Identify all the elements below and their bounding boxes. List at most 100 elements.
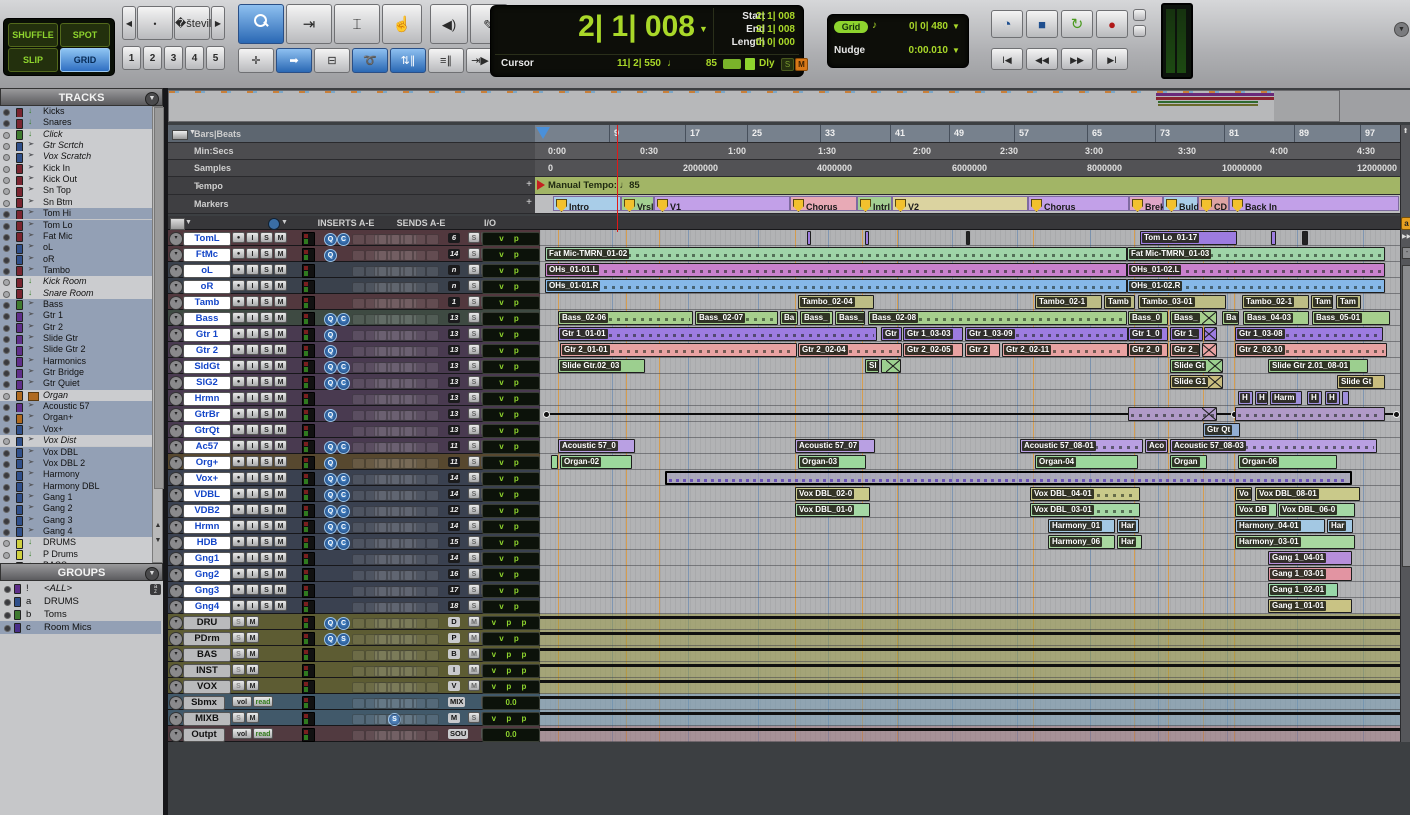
insert-slot[interactable] xyxy=(352,250,365,261)
send-slot[interactable] xyxy=(426,394,439,405)
zoom-preset-button-3[interactable]: 3 xyxy=(164,46,183,70)
mute-button[interactable]: M xyxy=(246,648,259,659)
clip[interactable]: Vo xyxy=(1235,487,1252,501)
sidebar-track-item[interactable]: ➢Gtr Scrtch xyxy=(0,140,152,151)
sidebar-track-item[interactable]: ↓DRUMS xyxy=(0,537,152,548)
record-enable-button[interactable]: ● xyxy=(232,408,245,419)
solo-button[interactable]: S xyxy=(260,440,273,451)
group-active-dot-icon[interactable] xyxy=(4,612,11,619)
send-slot[interactable] xyxy=(387,682,400,693)
insert-badge-c[interactable]: C xyxy=(337,473,350,486)
track-height-selector-icon[interactable]: ▾ xyxy=(169,312,183,326)
io-path-badge[interactable]: 13 xyxy=(448,329,460,339)
io-path-badge[interactable]: SOU xyxy=(448,729,468,739)
send-slot[interactable] xyxy=(387,426,400,437)
clip[interactable]: Gtr 2 xyxy=(965,343,1000,357)
insert-slot[interactable] xyxy=(352,650,365,661)
track-lane-slg2[interactable]: Slide G1Slide Gt xyxy=(540,374,1400,390)
mute-button[interactable]: M xyxy=(274,328,287,339)
volume-pan-display[interactable]: v p xyxy=(482,472,540,486)
volume-pan-display[interactable]: v p p xyxy=(482,712,540,726)
track-lane-gng2[interactable]: Gang 1_03-01 xyxy=(540,566,1400,582)
clip[interactable]: Harmony_03-01 xyxy=(1235,535,1355,549)
mute-button[interactable]: M xyxy=(274,424,287,435)
clip[interactable]: Tam xyxy=(1336,295,1361,309)
record-enable-button[interactable]: ● xyxy=(232,440,245,451)
clip[interactable] xyxy=(1202,343,1217,357)
track-show-dot-icon[interactable] xyxy=(3,450,10,457)
track-name-button[interactable]: Gtr 2 xyxy=(183,344,231,358)
send-slot[interactable] xyxy=(426,282,439,293)
groups-list-header[interactable]: GROUPS▼ xyxy=(0,563,163,581)
mode-slip-button[interactable]: SLIP xyxy=(8,48,58,72)
sidebar-track-item[interactable]: ➢Sn Btm xyxy=(0,197,152,208)
insert-slot[interactable] xyxy=(352,682,365,693)
insert-slot[interactable] xyxy=(352,298,365,309)
io-path-badge[interactable]: 14 xyxy=(448,521,460,531)
volume-pan-display[interactable]: v p xyxy=(482,488,540,502)
send-slot[interactable] xyxy=(374,490,387,501)
send-slot[interactable] xyxy=(374,666,387,677)
track-show-dot-icon[interactable] xyxy=(3,223,10,230)
clip[interactable]: Har xyxy=(1117,519,1139,533)
send-slot[interactable] xyxy=(374,506,387,517)
online-button[interactable]: ◔ xyxy=(991,10,1023,38)
track-name-button[interactable]: PDrm xyxy=(183,632,231,646)
send-slot[interactable] xyxy=(413,426,426,437)
track-lane-gng3[interactable]: Gang 1_02-01 xyxy=(540,582,1400,598)
io-path-badge[interactable]: 11 xyxy=(448,457,460,467)
insert-slot[interactable] xyxy=(352,458,365,469)
clip[interactable] xyxy=(1342,391,1349,405)
send-slot[interactable] xyxy=(387,362,400,373)
insert-badge-q[interactable]: Q xyxy=(324,617,337,630)
clip[interactable]: Gtr 1_03-09 xyxy=(965,327,1128,341)
zoom-in-arrow-button[interactable]: ▶ xyxy=(211,6,225,40)
send-slot[interactable] xyxy=(413,538,426,549)
ruler-row-tempo[interactable]: Manual Tempo: ♩85Tempo▶+ xyxy=(168,177,1410,195)
send-slot[interactable] xyxy=(426,618,439,629)
track-show-dot-icon[interactable] xyxy=(3,302,10,309)
mute-button[interactable]: M xyxy=(274,280,287,291)
clip[interactable]: Vox DB xyxy=(1235,503,1277,517)
volume-pan-display[interactable]: v p xyxy=(482,456,540,470)
clip[interactable]: Tamb xyxy=(1104,295,1135,309)
track-show-dot-icon[interactable] xyxy=(3,109,10,116)
send-slot[interactable] xyxy=(426,458,439,469)
send-slot[interactable] xyxy=(400,698,413,709)
record-enable-button[interactable]: ● xyxy=(232,488,245,499)
track-height-selector-icon[interactable]: ▾ xyxy=(169,248,183,262)
clip[interactable]: Harmony_04-01 xyxy=(1235,519,1325,533)
clip[interactable]: Har xyxy=(1117,535,1142,549)
solo-button[interactable]: S xyxy=(260,232,273,243)
sidebar-track-item[interactable]: ➢Harmonics xyxy=(0,356,152,367)
insert-badge-q[interactable]: Q xyxy=(324,345,337,358)
nudge-value[interactable]: 0:00.010 xyxy=(886,45,948,56)
record-enable-button[interactable]: ● xyxy=(232,344,245,355)
volume-pan-display[interactable]: v p xyxy=(482,376,540,390)
send-slot[interactable] xyxy=(387,298,400,309)
io-path-badge[interactable]: 13 xyxy=(448,361,460,371)
track-lane-hdb[interactable]: Harmony_06HarHarmony_03-01 xyxy=(540,534,1400,550)
track-height-selector-icon[interactable]: ▾ xyxy=(169,568,183,582)
ruler-row-bars[interactable]: 91725334149576573818997Bars|Beats▼ xyxy=(168,125,1410,143)
clip[interactable]: Tambo_02-1 xyxy=(1035,295,1102,309)
timebase-caret-icon[interactable]: ▼ xyxy=(281,219,288,226)
track-lane-mixb[interactable] xyxy=(540,710,1400,726)
insert-badge-q[interactable]: Q xyxy=(324,521,337,534)
clip[interactable]: Gtr 1_ xyxy=(1170,327,1203,341)
track-show-dot-icon[interactable] xyxy=(3,257,10,264)
solo-button[interactable]: S xyxy=(260,408,273,419)
send-slot[interactable] xyxy=(400,570,413,581)
send-slot[interactable] xyxy=(387,554,400,565)
track-show-dot-icon[interactable] xyxy=(3,120,10,127)
send-slot[interactable] xyxy=(374,458,387,469)
mute-button[interactable]: M xyxy=(274,232,287,243)
io-secondary-button[interactable]: S xyxy=(468,264,480,275)
send-slot[interactable] xyxy=(374,330,387,341)
track-lane-or[interactable]: OHs_01-01.ROHs_01-02.R xyxy=(540,278,1400,294)
insert-slot[interactable] xyxy=(352,330,365,341)
track-name-button[interactable]: Ac57 xyxy=(183,440,231,454)
insert-badge-q[interactable]: Q xyxy=(324,505,337,518)
insert-badge-c[interactable]: C xyxy=(337,377,350,390)
send-slot[interactable] xyxy=(413,506,426,517)
